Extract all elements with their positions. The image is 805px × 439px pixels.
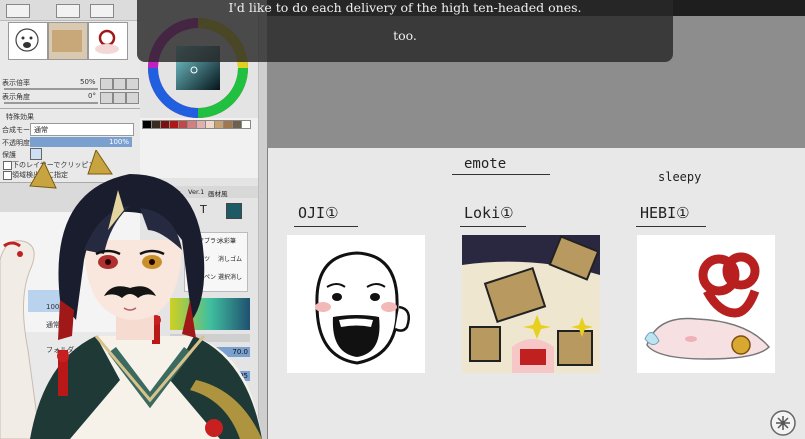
opacity-label: 不透明度	[2, 139, 30, 147]
bald-face-art	[315, 251, 410, 365]
panel-divider	[0, 108, 140, 109]
rotate-right-button[interactable]	[113, 92, 126, 104]
oji-emote	[287, 235, 425, 373]
emote-underline	[452, 174, 550, 175]
subtitle-line-2: too.	[393, 28, 417, 43]
zoom-in-button[interactable]	[113, 78, 126, 90]
opacity-slider[interactable]: 100%	[30, 137, 132, 147]
hebi-underline	[636, 226, 706, 227]
zoom-slider[interactable]	[4, 88, 98, 90]
blend-mode-value: 通常	[34, 126, 48, 134]
hebi-emote	[637, 235, 775, 373]
blend-mode-select[interactable]: 通常	[30, 123, 134, 136]
vtuber-avatar	[0, 150, 262, 439]
subtitle-line-1: I'd like to do each delivery of the high…	[228, 0, 582, 15]
emote-heading: emote	[464, 156, 507, 172]
zoom-label: 表示倍率	[2, 79, 30, 87]
loki-label: Loki①	[464, 204, 514, 222]
navigator-tab-icon[interactable]	[56, 4, 80, 18]
loki-emote	[462, 235, 600, 373]
layer-effect-title: 特殊効果	[6, 113, 34, 121]
loki-box-art	[462, 235, 600, 373]
opacity-value: 100%	[108, 138, 129, 146]
rotation-label: 表示角度	[2, 93, 30, 101]
sleepy-heading: sleepy	[658, 170, 702, 184]
hebi-label: HEBI①	[640, 204, 690, 222]
rotation-slider[interactable]	[4, 102, 98, 104]
navigator-tab-icon[interactable]	[90, 4, 114, 18]
logo-watermark-icon	[770, 410, 796, 436]
rotate-left-button[interactable]	[100, 92, 113, 104]
navigator-tab-icon[interactable]	[6, 4, 30, 18]
zoom-out-button[interactable]	[100, 78, 113, 90]
palette-swatch[interactable]	[241, 120, 251, 129]
loki-underline	[460, 226, 526, 227]
oji-underline	[294, 226, 358, 227]
zoom-reset-button[interactable]	[126, 78, 139, 90]
zoom-value: 50%	[80, 78, 96, 86]
thumbnail-art	[15, 28, 119, 54]
oji-label: OJI①	[298, 204, 339, 222]
rotation-value: 0°	[88, 92, 96, 100]
rotate-reset-button[interactable]	[126, 92, 139, 104]
snake-sleeping-art	[644, 252, 771, 360]
subtitle-overlay: I'd like to do each delivery of the high…	[137, 0, 673, 62]
